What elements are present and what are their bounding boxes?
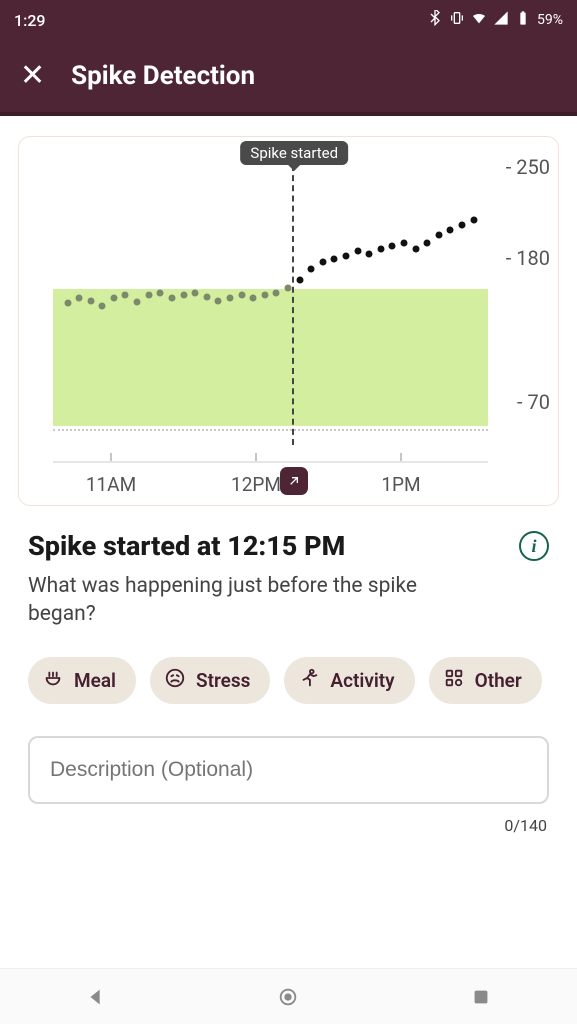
android-status-bar: 1:29 59%	[0, 0, 577, 40]
chart-x-tick: 12PM	[231, 473, 281, 496]
chart-data-point	[354, 248, 361, 255]
chart-x-axis: 11AM 12PM 1PM	[53, 439, 488, 505]
chart-data-point	[400, 240, 407, 247]
nav-recent-icon[interactable]	[468, 984, 494, 1010]
chart-data-point	[377, 245, 384, 252]
chart-data-point	[168, 295, 175, 302]
chip-meal[interactable]: Meal	[28, 657, 136, 704]
chip-stress-label: Stress	[196, 669, 250, 692]
chart-data-point	[273, 289, 280, 296]
chart-data-point	[64, 300, 71, 307]
page-title: Spike Detection	[71, 61, 255, 91]
chart-y-tick: 70	[517, 390, 550, 414]
chip-stress[interactable]: Stress	[150, 657, 270, 704]
vibrate-icon	[449, 10, 465, 30]
chart-data-point	[145, 292, 152, 299]
chart-data-point	[308, 266, 315, 273]
chart-data-point	[203, 293, 210, 300]
status-icons: 59%	[427, 10, 563, 30]
description-input[interactable]	[28, 736, 549, 804]
spike-headline: Spike started at 12:15 PM	[28, 530, 345, 562]
chart-data-point	[226, 295, 233, 302]
chart-data-point	[389, 242, 396, 249]
chart-data-point	[110, 295, 117, 302]
chart-y-axis: 70180250	[492, 165, 550, 439]
chart-data-point	[122, 292, 129, 299]
chart-data-point	[87, 297, 94, 304]
chart-data-point	[435, 232, 442, 239]
chart-data-point	[238, 292, 245, 299]
chip-activity-label: Activity	[330, 669, 394, 692]
spike-question: What was happening just before the spike…	[28, 572, 448, 629]
chart-data-point	[458, 222, 465, 229]
cause-chip-group: Meal Stress Activity Other	[0, 639, 577, 704]
chart-data-point	[447, 227, 454, 234]
chart-data-point	[319, 258, 326, 265]
chart-data-point	[250, 295, 257, 302]
nav-home-icon[interactable]	[275, 984, 301, 1010]
chart-data-point	[331, 255, 338, 262]
app-bar: ✕ Spike Detection	[0, 40, 577, 116]
stress-icon	[164, 667, 186, 694]
chart-data-point	[424, 240, 431, 247]
char-counter: 0/140	[0, 810, 577, 835]
chart-x-tick: 1PM	[381, 473, 420, 496]
glucose-chart: Spike started 70 180 250 11AM 12PM 1PM	[18, 136, 559, 506]
chart-data-point	[157, 289, 164, 296]
chip-other-label: Other	[475, 669, 522, 692]
chart-data-point	[412, 245, 419, 252]
chart-baseline	[53, 429, 488, 431]
cell-signal-icon	[493, 10, 509, 30]
chart-data-point	[284, 284, 291, 291]
battery-icon	[515, 10, 531, 30]
android-nav-bar	[0, 968, 577, 1024]
spike-start-tooltip: Spike started	[240, 141, 348, 165]
status-time: 1:29	[14, 11, 46, 30]
chart-data-point	[342, 253, 349, 260]
chip-activity[interactable]: Activity	[284, 657, 414, 704]
chart-y-tick: 180	[506, 246, 550, 270]
chip-other[interactable]: Other	[429, 657, 542, 704]
chart-data-point	[76, 295, 83, 302]
chart-data-point	[99, 302, 106, 309]
info-icon[interactable]: i	[519, 531, 549, 561]
chart-x-tick: 11AM	[86, 473, 136, 496]
nav-back-icon[interactable]	[83, 984, 109, 1010]
chip-meal-label: Meal	[74, 669, 116, 692]
chart-data-point	[215, 297, 222, 304]
meal-icon	[42, 667, 64, 694]
activity-icon	[298, 667, 320, 694]
target-range-band	[53, 289, 488, 426]
chart-data-point	[261, 292, 268, 299]
close-icon[interactable]: ✕	[20, 61, 45, 91]
bluetooth-icon	[427, 10, 443, 30]
chart-data-point	[192, 289, 199, 296]
chart-data-point	[134, 299, 141, 306]
chart-data-point	[296, 276, 303, 283]
battery-percent: 59%	[537, 12, 563, 28]
spike-start-line: Spike started	[292, 165, 294, 445]
chart-data-point	[180, 292, 187, 299]
chart-data-point	[470, 216, 477, 223]
other-icon	[443, 667, 465, 694]
chart-y-tick: 250	[506, 155, 550, 179]
chart-data-point	[366, 250, 373, 257]
wifi-icon	[471, 10, 487, 30]
